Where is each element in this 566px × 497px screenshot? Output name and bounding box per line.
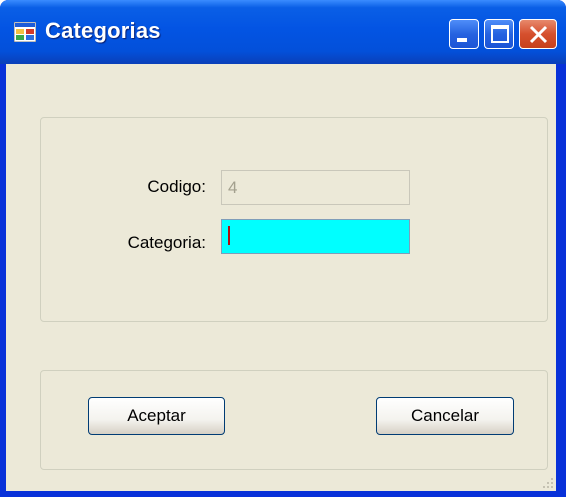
form-client-area: Codigo: 4 Categoria: Aceptar Cancelar <box>6 64 556 491</box>
categoria-label: Categoria: <box>127 233 206 252</box>
maximize-icon <box>491 25 509 43</box>
window-title: Categorias <box>45 18 161 43</box>
categoria-field[interactable] <box>221 219 410 254</box>
title-bar[interactable]: Categorias <box>0 0 566 64</box>
close-icon <box>529 25 548 44</box>
codigo-field: 4 <box>221 170 410 205</box>
minimize-icon <box>457 38 467 42</box>
resize-grip-icon[interactable] <box>540 475 554 489</box>
close-button[interactable] <box>519 19 557 49</box>
text-caret <box>228 226 230 245</box>
maximize-button[interactable] <box>484 19 514 49</box>
codigo-label: Codigo: <box>147 177 206 196</box>
accept-button[interactable]: Aceptar <box>88 397 225 435</box>
form-icon <box>13 21 37 43</box>
categorias-window: Categorias Codigo: 4 Categoria: Aceptar … <box>0 0 566 497</box>
cancel-button[interactable]: Cancelar <box>376 397 514 435</box>
minimize-button[interactable] <box>449 19 479 49</box>
